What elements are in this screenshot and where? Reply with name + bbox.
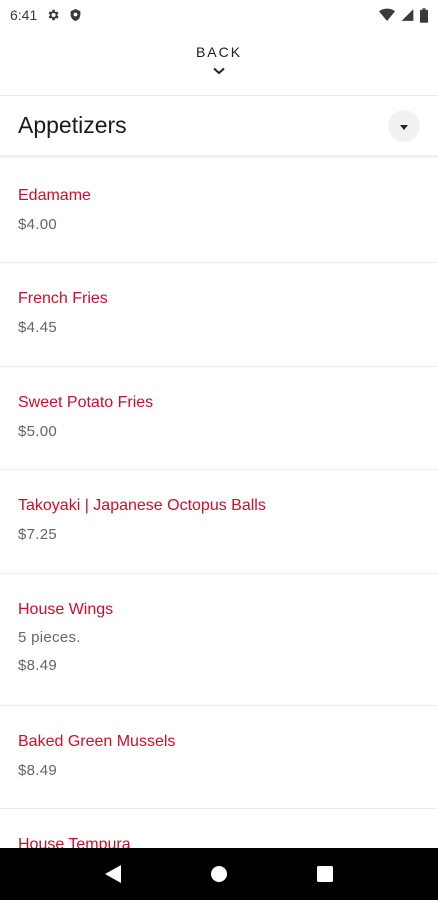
signal-icon <box>401 8 414 22</box>
wifi-icon <box>379 8 395 22</box>
category-header[interactable]: Appetizers <box>0 96 438 158</box>
item-name: French Fries <box>18 290 108 307</box>
item-price: $5.00 <box>18 423 58 440</box>
category-title: Appetizers <box>18 112 127 138</box>
item-price: $8.49 <box>18 762 58 779</box>
item-name: Takoyaki | Japanese Octopus Balls <box>18 497 266 514</box>
menu-item[interactable]: Edamame $4.00 <box>0 160 438 263</box>
menu-item[interactable]: French Fries $4.45 <box>0 263 438 367</box>
menu-item[interactable]: Takoyaki | Japanese Octopus Balls $7.25 <box>0 470 438 574</box>
menu-item[interactable]: House Wings 5 pieces. $8.49 <box>0 574 438 706</box>
status-bar: 6:41 <box>0 0 438 30</box>
item-name: Baked Green Mussels <box>18 733 176 750</box>
item-price: $4.00 <box>18 216 58 233</box>
item-name: Edamame <box>18 187 91 204</box>
home-circle-icon[interactable] <box>210 865 228 883</box>
item-price: $8.49 <box>18 657 58 674</box>
status-time: 6:41 <box>10 7 38 23</box>
item-price: $4.45 <box>18 319 58 336</box>
battery-icon <box>420 7 428 23</box>
app-screen: 6:41 BACK Appetizers Edamame $4.00 Frenc… <box>0 0 438 900</box>
menu-item[interactable]: Baked Green Mussels $8.49 <box>0 706 438 809</box>
chevron-down-icon <box>213 62 225 80</box>
system-nav-bar <box>0 848 438 900</box>
back-triangle-icon[interactable] <box>104 865 121 883</box>
menu-item[interactable]: Sweet Potato Fries $5.00 <box>0 367 438 470</box>
gear-icon <box>46 8 60 22</box>
back-button[interactable]: BACK <box>0 44 438 84</box>
recents-square-icon[interactable] <box>317 866 334 882</box>
item-name: House Wings <box>18 601 114 618</box>
back-label: BACK <box>195 44 243 60</box>
item-price: $7.25 <box>18 526 58 543</box>
caret-down-icon <box>400 117 408 135</box>
item-name: Sweet Potato Fries <box>18 394 154 411</box>
menu-list: Edamame $4.00 French Fries $4.45 Sweet P… <box>0 160 438 900</box>
shield-icon <box>69 8 82 22</box>
item-description: 5 pieces. <box>18 629 81 646</box>
category-dropdown-button[interactable] <box>388 109 420 142</box>
